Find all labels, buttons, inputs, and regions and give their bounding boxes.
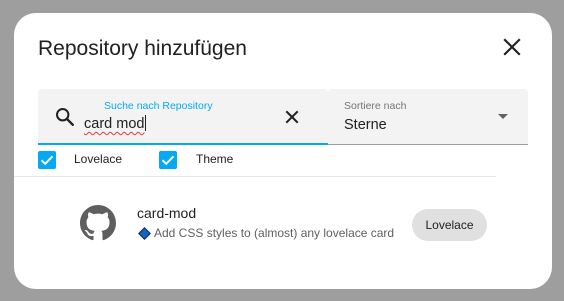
search-field[interactable]: Suche nach Repository card mod bbox=[38, 89, 328, 145]
close-icon[interactable] bbox=[500, 35, 524, 59]
sort-label: Sortiere nach bbox=[344, 100, 407, 112]
repo-name: card-mod bbox=[137, 205, 197, 221]
search-input[interactable]: card mod bbox=[84, 115, 284, 135]
filter-lovelace-label: Lovelace bbox=[74, 152, 123, 166]
sort-select[interactable]: Sortiere nach Sterne bbox=[328, 89, 528, 145]
text-caret bbox=[145, 115, 147, 131]
diamond-icon bbox=[138, 227, 151, 240]
clear-search-icon[interactable] bbox=[284, 109, 300, 125]
filter-theme-checkbox[interactable] bbox=[159, 151, 177, 169]
dialog-title: Repository hinzufügen bbox=[38, 37, 247, 60]
checkmark-icon bbox=[40, 155, 54, 166]
github-icon bbox=[80, 205, 116, 241]
sort-value: Sterne bbox=[344, 117, 387, 133]
filter-lovelace-checkbox[interactable] bbox=[38, 151, 56, 169]
category-chip: Lovelace bbox=[412, 209, 487, 241]
checkmark-icon bbox=[161, 155, 175, 166]
dropdown-arrow-icon bbox=[498, 114, 508, 119]
filter-theme-label: Theme bbox=[196, 152, 234, 166]
search-input-text: card mod bbox=[84, 116, 145, 132]
add-repository-dialog: Repository hinzufügen Suche nach Reposit… bbox=[14, 13, 552, 289]
search-label: Suche nach Repository bbox=[104, 100, 213, 112]
divider bbox=[14, 176, 496, 177]
search-icon bbox=[56, 108, 74, 126]
repo-description: Add CSS styles to (almost) any lovelace … bbox=[154, 226, 395, 240]
